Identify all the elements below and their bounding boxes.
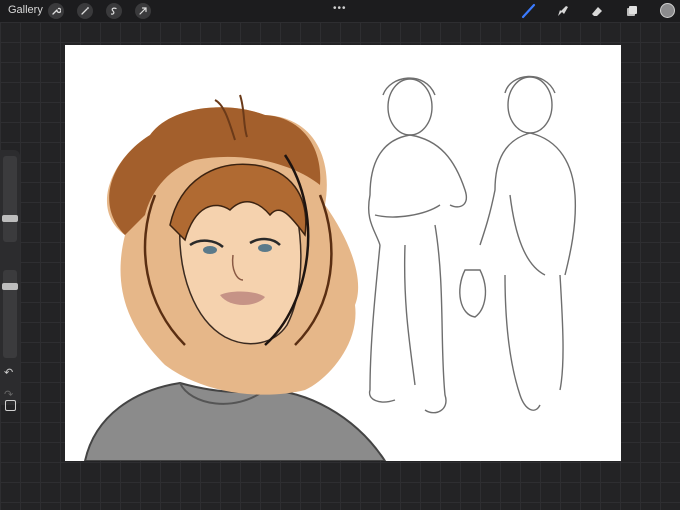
magic-wand-icon[interactable] [77, 3, 93, 19]
more-options-button[interactable]: ••• [333, 3, 347, 14]
sidebar: ↶ ↷ [0, 150, 20, 411]
modify-button[interactable] [5, 400, 16, 411]
brush-icon[interactable] [521, 3, 537, 19]
opacity-thumb[interactable] [2, 282, 18, 290]
artwork-illustration [83, 75, 577, 461]
wrench-icon[interactable] [48, 3, 64, 19]
transform-arrow-icon[interactable] [135, 3, 151, 19]
drawing-canvas[interactable] [65, 45, 621, 461]
gallery-button[interactable]: Gallery [8, 4, 43, 16]
eraser-icon[interactable] [589, 3, 605, 19]
brush-size-thumb[interactable] [2, 214, 18, 222]
layers-icon[interactable] [624, 3, 640, 19]
color-picker-button[interactable] [660, 3, 675, 18]
brush-size-slider[interactable] [3, 156, 17, 242]
selection-icon[interactable] [106, 3, 122, 19]
redo-arrow-icon[interactable]: ↷ [4, 388, 13, 401]
smudge-icon[interactable] [555, 3, 571, 19]
undo-arrow-icon[interactable]: ↶ [4, 366, 13, 379]
top-toolbar: Gallery ••• [0, 0, 680, 22]
